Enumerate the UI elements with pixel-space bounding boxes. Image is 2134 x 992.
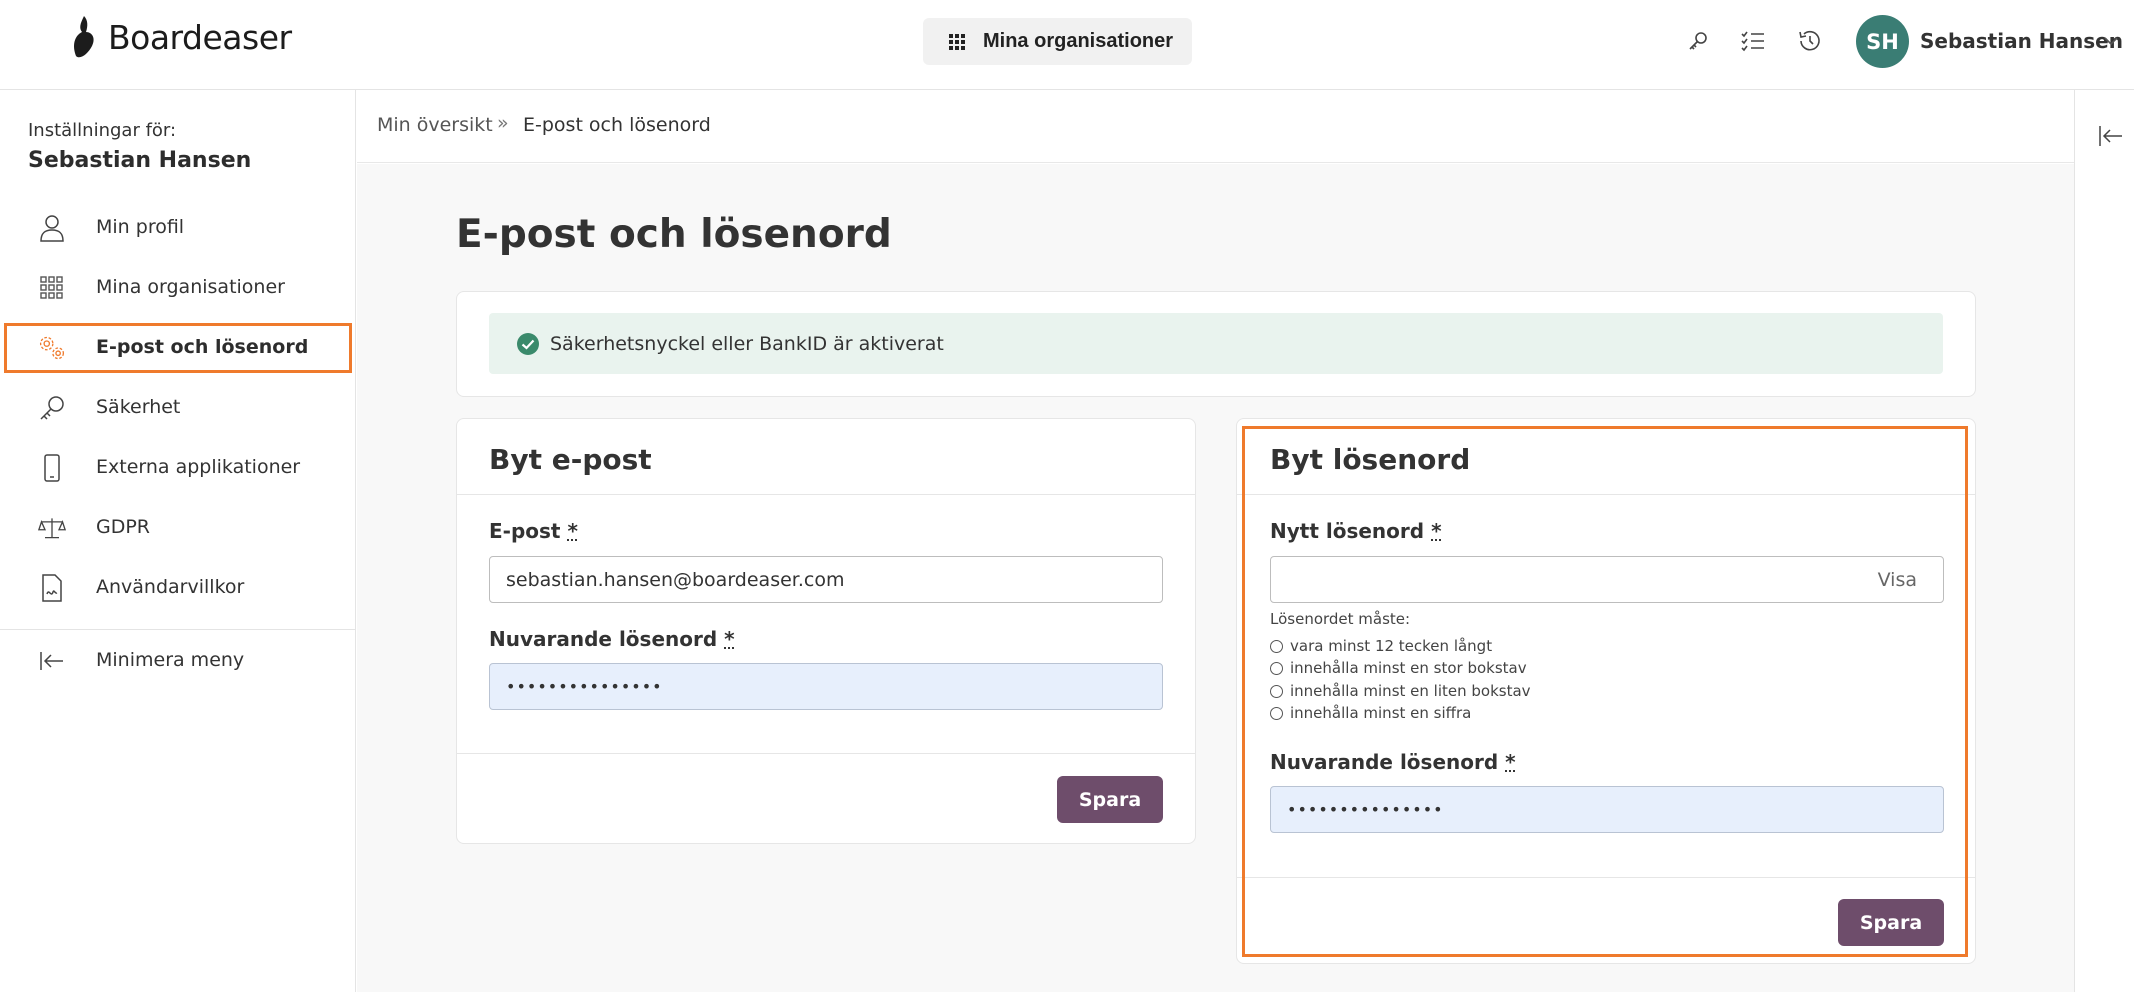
collapse-left-icon[interactable]	[2098, 124, 2124, 148]
current-password-label: Nuvarande lösenord *	[489, 627, 735, 651]
settings-for-label: Inställningar för:	[28, 120, 177, 141]
boardeaser-logo-mark-icon	[74, 16, 94, 58]
document-icon	[38, 574, 66, 602]
sidebar-item-email-and-password[interactable]: E-post och lösenord	[4, 323, 352, 373]
card-divider	[457, 753, 1195, 754]
sidebar-item-label: Externa applikationer	[96, 456, 301, 478]
password-rule-item: innehålla minst en liten bokstav	[1270, 682, 1531, 700]
minimize-menu-label: Minimera meny	[96, 649, 245, 671]
sidebar-item-label: E-post och lösenord	[96, 336, 309, 358]
brand-name: Boardeaser	[108, 17, 292, 57]
unchecked-circle-icon	[1270, 661, 1283, 675]
password-value: •••••••••••••••	[1287, 800, 1444, 819]
sidebar-item-terms-of-use[interactable]: Användarvillkor	[4, 563, 352, 613]
email-label: E-post *	[489, 519, 578, 543]
phone-icon	[38, 454, 66, 482]
gears-icon	[38, 334, 66, 362]
change-password-card: Byt lösenord Nytt lösenord * Visa Löseno…	[1236, 418, 1976, 964]
change-email-card: Byt e-post E-post * sebastian.hansen@boa…	[456, 418, 1196, 844]
my-organisations-label: Mina organisationer	[983, 30, 1174, 52]
new-password-label: Nytt lösenord *	[1270, 519, 1442, 543]
show-password-toggle[interactable]: Visa	[1878, 569, 1917, 591]
check-circle-icon	[517, 333, 539, 355]
key-icon	[38, 394, 66, 422]
alert-text: Säkerhetsnyckel eller BankID är aktivera…	[550, 333, 944, 355]
key-icon[interactable]	[1683, 26, 1713, 56]
sidebar-item-my-organisations[interactable]: Mina organisationer	[4, 263, 352, 313]
history-icon[interactable]	[1795, 26, 1825, 56]
password-rules-intro: Lösenordet måste:	[1270, 610, 1411, 628]
password-rule-item: innehålla minst en stor bokstav	[1270, 659, 1527, 677]
breadcrumb-current: E-post och lösenord	[523, 114, 711, 136]
sidebar-item-gdpr[interactable]: GDPR	[4, 503, 352, 553]
sidebar-item-label: Säkerhet	[96, 396, 181, 418]
breadcrumb-home-link[interactable]: Min översikt	[377, 114, 493, 136]
breadcrumb: Min översikt » E-post och lösenord	[357, 90, 2074, 163]
sidebar-item-security[interactable]: Säkerhet	[4, 383, 352, 433]
sidebar-item-my-profile[interactable]: Min profil	[4, 203, 352, 253]
grid-icon	[38, 274, 66, 302]
minimize-menu-button[interactable]: Minimera meny	[4, 636, 352, 686]
required-mark: *	[1431, 519, 1442, 543]
person-icon	[38, 214, 66, 242]
collapse-left-icon	[38, 647, 66, 675]
sidebar-item-label: Min profil	[96, 216, 185, 238]
sidebar-item-label: GDPR	[96, 516, 151, 538]
required-mark: *	[567, 519, 578, 543]
security-status-alert: Säkerhetsnyckel eller BankID är aktivera…	[489, 313, 1943, 374]
settings-sidebar: Inställningar för: Sebastian Hansen Min …	[0, 90, 356, 992]
my-organisations-button[interactable]: Mina organisationer	[923, 18, 1192, 65]
boardeaser-logo[interactable]: Boardeaser	[70, 14, 292, 60]
scales-icon	[38, 514, 66, 542]
settings-user-name: Sebastian Hansen	[28, 148, 252, 173]
required-mark: *	[724, 627, 735, 651]
change-email-title: Byt e-post	[489, 443, 652, 476]
sidebar-item-label: Mina organisationer	[96, 276, 285, 298]
right-collapsed-panel	[2074, 90, 2134, 992]
chevron-down-icon[interactable]	[2100, 30, 2122, 52]
required-mark: *	[1505, 750, 1516, 774]
top-bar: Boardeaser Mina organisationer SH Sebast…	[0, 0, 2134, 90]
checklist-icon[interactable]	[1738, 26, 1768, 56]
password-rule-item: vara minst 12 tecken långt	[1270, 637, 1492, 655]
sidebar-item-external-applications[interactable]: Externa applikationer	[4, 443, 352, 493]
card-divider	[1237, 494, 1975, 495]
user-name[interactable]: Sebastian Hansen	[1920, 29, 2123, 53]
sidebar-divider	[0, 629, 355, 630]
sidebar-item-label: Användarvillkor	[96, 576, 245, 598]
card-divider	[1237, 877, 1975, 878]
avatar[interactable]: SH	[1856, 15, 1909, 68]
email-field[interactable]: sebastian.hansen@boardeaser.com	[489, 556, 1163, 603]
page-title: E-post och lösenord	[456, 212, 892, 257]
password-rule-item: innehålla minst en siffra	[1270, 704, 1471, 722]
new-password-field[interactable]: Visa	[1270, 556, 1944, 603]
unchecked-circle-icon	[1270, 639, 1283, 653]
current-password-field[interactable]: •••••••••••••••	[1270, 786, 1944, 833]
change-password-title: Byt lösenord	[1270, 443, 1471, 476]
card-divider	[457, 494, 1195, 495]
unchecked-circle-icon	[1270, 706, 1283, 720]
save-email-button[interactable]: Spara	[1057, 776, 1163, 823]
password-value: •••••••••••••••	[506, 677, 663, 696]
current-password-field[interactable]: •••••••••••••••	[489, 663, 1163, 710]
current-password-label: Nuvarande lösenord *	[1270, 750, 1516, 774]
breadcrumb-separator: »	[497, 112, 509, 134]
save-password-button[interactable]: Spara	[1838, 899, 1944, 946]
email-value: sebastian.hansen@boardeaser.com	[506, 568, 845, 591]
apps-grid-icon	[949, 33, 965, 50]
unchecked-circle-icon	[1270, 684, 1283, 698]
